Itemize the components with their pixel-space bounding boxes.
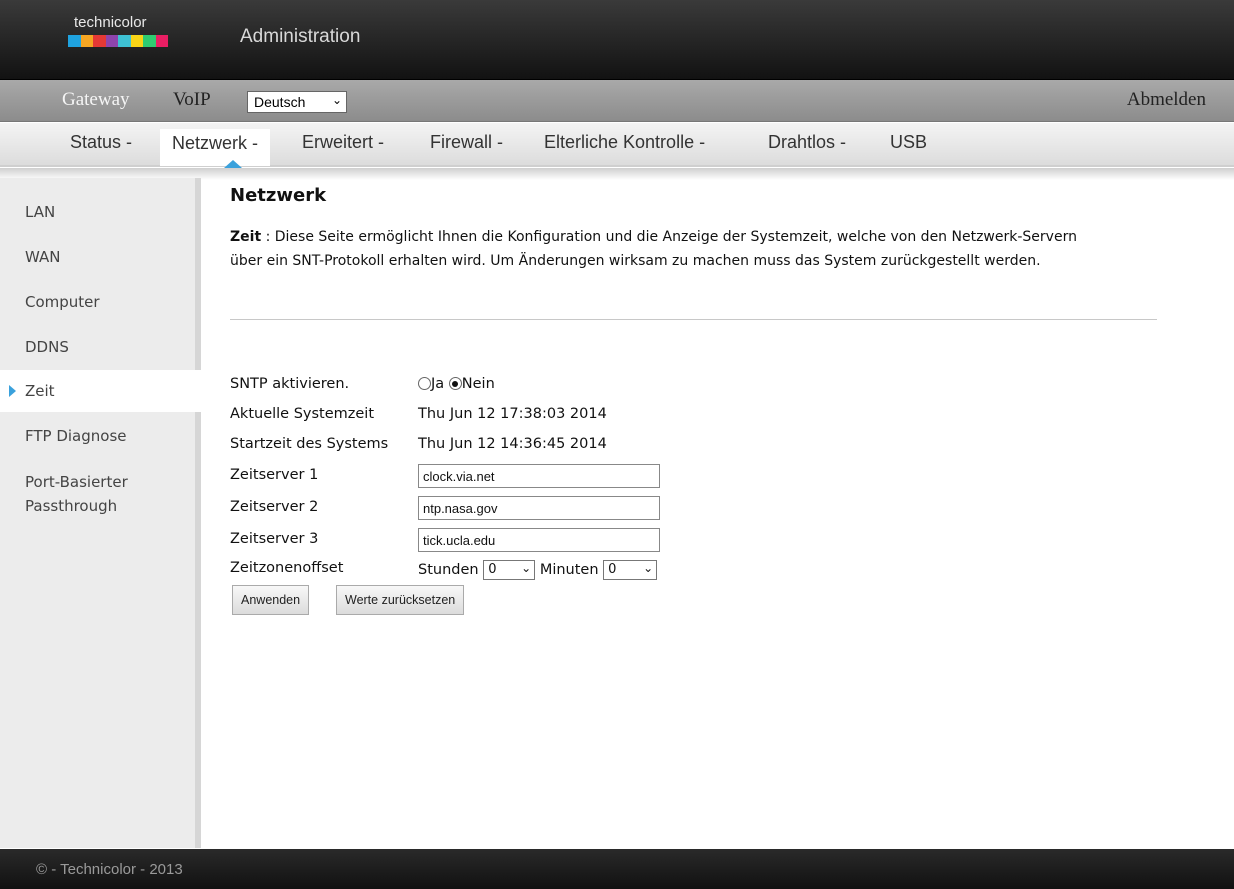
description-topic: Zeit <box>230 229 262 245</box>
page-description: Zeit : Diese Seite ermöglicht Ihnen die … <box>230 225 1110 273</box>
tab-drahtlos[interactable]: Drahtlos - <box>768 132 846 153</box>
sidebar-item-label: Passthrough <box>25 497 118 515</box>
system-time-label: Aktuelle Systemzeit <box>230 406 375 422</box>
server2-input[interactable]: ntp.nasa.gov <box>418 496 660 520</box>
radio-yes-label[interactable]: Ja <box>431 376 444 392</box>
logo-color-segment <box>93 35 106 47</box>
language-select-value: Deutsch <box>254 94 306 110</box>
logo-color-segment <box>105 35 118 47</box>
footer: © - Technicolor - 2013 <box>0 849 1234 889</box>
logo-color-segment <box>130 35 143 47</box>
timezone-controls: Stunden 0 ⌄ Minuten 0 ⌄ <box>418 560 658 580</box>
sidebar-item-lan[interactable]: LAN <box>0 200 201 224</box>
server3-input[interactable]: tick.ucla.edu <box>418 528 660 552</box>
main-menu-bar: Gateway VoIP <box>0 80 1234 122</box>
hours-select-value: 0 <box>488 562 497 577</box>
logo-color-segment <box>118 35 131 47</box>
menu-voip[interactable]: VoIP <box>173 89 211 111</box>
logo-color-bar <box>68 35 168 47</box>
sntp-yes-radio[interactable] <box>418 377 431 390</box>
tab-erweitert[interactable]: Erweitert - <box>302 132 384 153</box>
divider <box>230 319 1157 320</box>
tab-netzwerk[interactable]: Netzwerk - <box>160 129 271 166</box>
chevron-down-icon: ⌄ <box>643 561 654 575</box>
sidebar: LAN WAN Computer DDNS Zeit FTP Diagnose … <box>0 178 201 848</box>
tab-usb[interactable]: USB <box>890 132 927 153</box>
logo-color-segment <box>155 35 168 47</box>
minutes-select-value: 0 <box>608 562 617 577</box>
chevron-down-icon: ⌄ <box>521 561 532 575</box>
footer-copyright: © - Technicolor - 2013 <box>36 861 183 878</box>
main-content: Netzwerk Zeit : Diese Seite ermöglicht I… <box>230 185 1160 320</box>
hours-select[interactable]: 0 ⌄ <box>483 560 536 580</box>
server3-label: Zeitserver 3 <box>230 531 319 547</box>
start-time-value: Thu Jun 12 14:36:45 2014 <box>418 436 607 452</box>
sidebar-item-ftp-diagnose[interactable]: FTP Diagnose <box>0 424 201 448</box>
active-tab-indicator-icon <box>224 160 242 168</box>
active-item-arrow-icon <box>9 385 16 397</box>
section-tabs: Status - Netzwerk - Erweitert - Firewall… <box>0 123 1234 167</box>
sidebar-item-zeit[interactable]: Zeit <box>0 370 201 412</box>
start-time-label: Startzeit des Systems <box>230 436 389 452</box>
page-title: Netzwerk <box>230 185 327 206</box>
sidebar-item-label: Port-Basierter <box>25 473 128 491</box>
tab-status[interactable]: Status - <box>70 132 132 153</box>
sidebar-item-wan[interactable]: WAN <box>0 245 201 269</box>
apply-button[interactable]: Anwenden <box>232 585 310 615</box>
minutes-label: Minuten <box>539 562 599 578</box>
sntp-radio-group: Ja Nein <box>418 376 495 392</box>
logo-color-segment <box>143 35 156 47</box>
logout-link[interactable]: Abmelden <box>1127 89 1206 111</box>
top-header: technicolor Administration <box>0 0 1234 80</box>
timezone-label: Zeitzonenoffset <box>230 560 344 576</box>
sidebar-item-computer[interactable]: Computer <box>0 290 201 314</box>
logo-color-segment <box>68 35 81 47</box>
description-text: : Diese Seite ermöglicht Ihnen die Konfi… <box>230 229 1077 269</box>
server1-label: Zeitserver 1 <box>230 467 319 483</box>
reset-button[interactable]: Werte zurücksetzen <box>336 585 465 615</box>
sntp-label: SNTP aktivieren. <box>230 376 350 392</box>
radio-no-label[interactable]: Nein <box>462 376 495 392</box>
hours-label: Stunden <box>418 562 479 578</box>
technicolor-logo: technicolor <box>66 14 176 58</box>
sidebar-item-port-passthrough[interactable]: Port-Basierter Passthrough <box>0 470 201 518</box>
menu-gateway[interactable]: Gateway <box>62 89 130 111</box>
system-time-value: Thu Jun 12 17:38:03 2014 <box>418 406 607 422</box>
sidebar-item-ddns[interactable]: DDNS <box>0 335 201 359</box>
language-select[interactable]: Deutsch ⌄ <box>247 91 347 113</box>
tab-elterliche-kontrolle[interactable]: Elterliche Kontrolle - <box>544 132 705 153</box>
app-title: Administration <box>240 26 361 47</box>
sntp-no-radio[interactable] <box>448 377 462 390</box>
server2-label: Zeitserver 2 <box>230 499 319 515</box>
chevron-down-icon: ⌄ <box>331 93 342 107</box>
tab-firewall[interactable]: Firewall - <box>430 132 503 153</box>
server1-input[interactable]: clock.via.net <box>418 464 660 488</box>
logo-text: technicolor <box>74 14 147 31</box>
minutes-select[interactable]: 0 ⌄ <box>603 560 658 580</box>
logo-color-segment <box>80 35 93 47</box>
sidebar-item-label: Zeit <box>25 382 55 400</box>
